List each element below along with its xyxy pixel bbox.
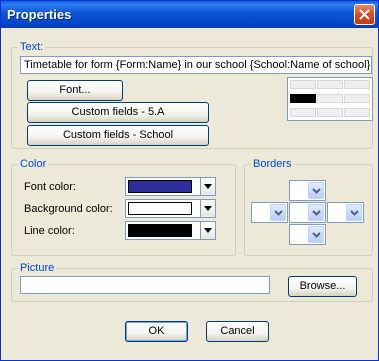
align-top-left[interactable] [290,80,316,89]
background-color-picker[interactable] [125,199,216,218]
line-color-label: Line color: [24,225,75,237]
browse-button[interactable]: Browse... [288,276,357,297]
align-middle-left[interactable] [290,94,316,103]
background-color-dropdown-button[interactable] [200,200,215,217]
close-button[interactable] [354,4,375,25]
chevron-down-icon [312,232,321,238]
align-top-right[interactable] [344,80,370,89]
border-right-select[interactable] [327,202,364,223]
border-top-select[interactable] [289,180,326,201]
align-bottom-left[interactable] [290,108,316,117]
border-right-dropdown-button[interactable] [346,204,362,221]
chevron-down-icon [204,228,212,233]
border-inner-select[interactable] [289,202,326,223]
custom-fields-class-button[interactable]: Custom fields - 5.A [27,102,209,123]
line-color-picker[interactable] [125,221,216,240]
font-button[interactable]: Font... [27,80,123,101]
picture-path-field[interactable] [20,276,270,294]
cancel-button[interactable]: Cancel [206,321,269,342]
chevron-down-icon [204,184,212,189]
border-bottom-select[interactable] [289,224,326,245]
border-left-select[interactable] [251,202,288,223]
align-top-center[interactable] [317,80,343,89]
border-inner-dropdown-button[interactable] [308,204,324,221]
chevron-down-icon [204,206,212,211]
border-top-dropdown-button[interactable] [308,182,324,199]
window-title: Properties [7,7,72,22]
font-color-label: Font color: [24,181,76,193]
picture-group-legend: Picture [18,262,57,274]
font-color-swatch [128,180,192,193]
text-field[interactable]: Timetable for form {Form:Name} in our sc… [20,56,372,74]
borders-group-legend: Borders [251,158,294,170]
text-group-legend: Text: [18,41,46,53]
chevron-down-icon [350,210,359,216]
font-color-dropdown-button[interactable] [200,178,215,195]
align-middle-right[interactable] [344,94,370,103]
chevron-down-icon [274,210,283,216]
background-color-swatch [128,202,192,215]
font-color-picker[interactable] [125,177,216,196]
border-bottom-dropdown-button[interactable] [308,226,324,243]
chevron-down-icon [312,188,321,194]
line-color-swatch [128,224,192,237]
custom-fields-school-button[interactable]: Custom fields - School [27,125,209,146]
line-color-dropdown-button[interactable] [200,222,215,239]
properties-dialog: Properties Text: Timetable for form {For… [0,0,379,361]
background-color-label: Background color: [24,203,113,215]
text-alignment-grid[interactable] [287,77,373,121]
align-middle-center[interactable] [317,94,343,103]
ok-button[interactable]: OK [125,321,188,342]
align-bottom-center[interactable] [317,108,343,117]
border-left-dropdown-button[interactable] [270,204,286,221]
align-bottom-right[interactable] [344,108,370,117]
close-icon [359,9,370,20]
chevron-down-icon [312,210,321,216]
color-group-legend: Color [18,158,49,170]
title-bar[interactable]: Properties [1,1,378,28]
